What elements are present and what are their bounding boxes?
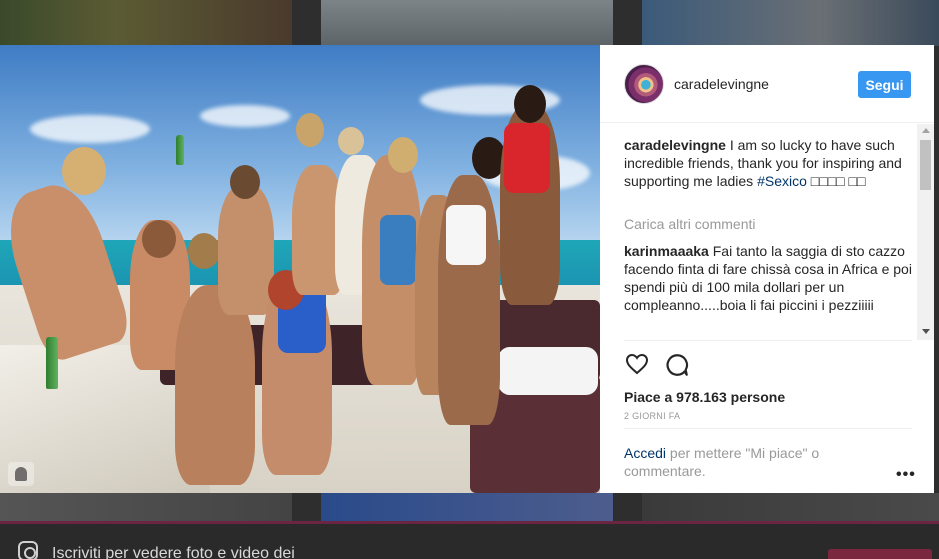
follow-button[interactable]: Segui [858,71,911,98]
scroll-up-arrow-icon[interactable] [922,128,930,133]
photo-bottle [176,135,184,165]
photo-person-head [142,220,176,258]
comment-icon[interactable] [664,352,690,378]
photo-person-head [62,147,106,195]
photo-person-head [230,165,260,199]
photo-cloud [200,105,290,127]
scroll-down-arrow-icon[interactable] [922,329,930,334]
divider [624,428,912,429]
photo-bottle [46,337,58,389]
load-more-comments-button[interactable]: Carica altri commenti [624,216,755,232]
post-side-panel: caradelevingne Segui caradelevingne I am… [600,45,934,493]
photo-person [218,185,274,315]
background-thumbnail [0,0,292,46]
hashtag-link[interactable]: #Sexico [757,173,807,189]
like-count[interactable]: Piace a 978.163 persone [624,389,785,405]
scroll-thumb[interactable] [920,140,931,190]
photo-person-head [188,233,220,269]
user-tag-icon[interactable] [8,462,34,486]
photo-swimsuit [446,205,486,265]
comments-scrollbar[interactable] [917,124,934,340]
photo-person-head [388,137,418,173]
post-timestamp[interactable]: 2 GIORNI FA [624,411,680,421]
login-prompt: Accedi per mettere "Mi piace" o commenta… [624,444,844,480]
caption-author[interactable]: caradelevingne [624,137,726,153]
more-options-icon[interactable]: ••• [896,466,916,484]
photo-cloud [30,115,150,143]
post-photo[interactable] [0,45,600,493]
background-thumbnail [0,493,292,521]
username-link[interactable]: caradelevingne [674,76,769,92]
instagram-icon [18,541,38,559]
signup-button[interactable] [828,549,932,559]
avatar[interactable] [624,64,664,104]
photo-swimsuit [504,123,550,193]
heart-icon[interactable] [624,352,650,376]
photo-person-head [296,113,324,147]
photo-person-head [514,85,546,123]
background-thumbnail [321,0,613,46]
photo-person-head [338,127,364,155]
background-thumbnail [642,493,939,521]
post-header: caradelevingne Segui [600,45,934,123]
caption: caradelevingne I am so lucky to have suc… [624,136,912,190]
background-thumbnail [321,493,613,521]
comment-item: karinmaaaka Fai tanto la saggia di sto c… [624,242,912,314]
caption-emoji: □□□□ □□ [806,173,866,189]
post-actions: Piace a 978.163 persone 2 GIORNI FA [624,340,912,460]
background-thumbnail [642,0,939,46]
photo-person [175,285,255,485]
comment-author[interactable]: karinmaaaka [624,243,709,259]
photo-swimsuit [380,215,416,285]
login-link[interactable]: Accedi [624,445,666,461]
signup-prompt: Iscriviti per vedere foto e video dei [52,545,295,559]
photo-towel [498,347,598,395]
comments-list: caradelevingne I am so lucky to have suc… [600,124,934,340]
